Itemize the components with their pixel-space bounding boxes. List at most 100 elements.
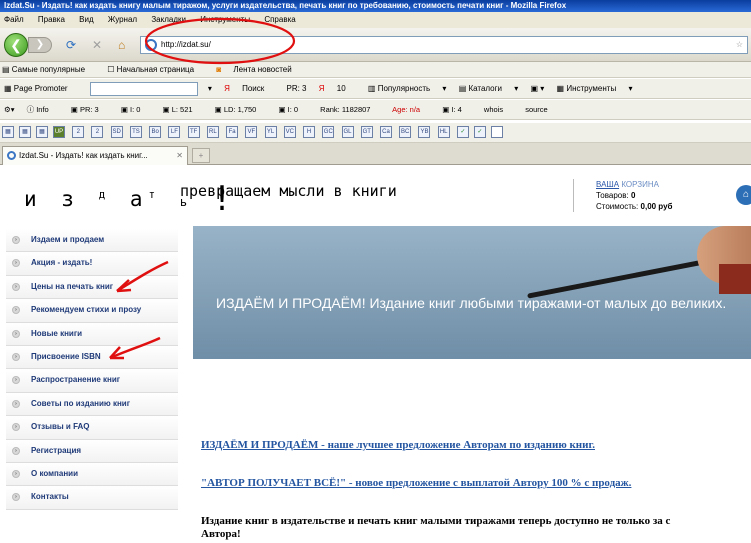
sidebar-item-label: Новые книги (31, 328, 83, 338)
toolbar-icon[interactable]: 2 (72, 126, 85, 138)
url-bar[interactable]: http://izdat.su/ ☆ (140, 36, 748, 54)
tools-menu[interactable]: ▦ Инструменты ▾ (557, 84, 633, 93)
sidebar-item-contacts[interactable]: › Контакты (6, 486, 178, 510)
page-promoter-select[interactable] (89, 81, 198, 96)
menu-history[interactable]: Журнал (108, 15, 137, 24)
toolbar-icon[interactable]: RL (206, 126, 219, 138)
logo-letters: а (129, 187, 149, 211)
page-promoter-label[interactable]: ▦ Page Promoter (4, 84, 78, 93)
seo-item: source (525, 105, 548, 114)
menu-edit[interactable]: Правка (38, 15, 65, 24)
checkbox-icon[interactable] (490, 126, 503, 138)
cart-link[interactable]: КОРЗИНА (621, 180, 659, 189)
search-button[interactable]: Я Поиск (224, 84, 274, 93)
bookmark-most-visited[interactable]: ▤ Самые популярные (2, 65, 95, 74)
info-button[interactable]: ⓘ Info (27, 105, 59, 114)
sidebar-item-promo[interactable]: › Акция - издать! (6, 252, 178, 276)
menu-view[interactable]: Вид (79, 15, 93, 24)
pr-button[interactable]: ▣ PR: 3 (71, 105, 109, 114)
catalogs-menu[interactable]: ▤ Каталоги ▾ (459, 84, 519, 93)
forward-button[interactable]: ❯ (28, 37, 52, 53)
menu-tools[interactable]: Инструменты (200, 15, 250, 24)
links-button[interactable]: ▣ L: 521 (163, 105, 203, 114)
toolbar-icon[interactable]: ▦ (36, 126, 48, 138)
toolbar-icon[interactable]: YB (418, 126, 431, 138)
ld-button[interactable]: ▣ LD: 1,750 (215, 105, 267, 114)
menu-file[interactable]: Файл (4, 15, 24, 24)
sidebar-item-publish-sell[interactable]: › Издаем и продаем (6, 229, 178, 253)
index3-button[interactable]: ▣ I: 4 (442, 105, 472, 114)
menu-bookmarks[interactable]: Закладки (151, 15, 186, 24)
bookmark-start-page[interactable]: ☐ Начальная страница (107, 65, 204, 74)
source-button[interactable]: source (525, 105, 558, 114)
age-button[interactable]: Age: n/a (392, 105, 430, 114)
home-icon[interactable]: ⌂ (118, 37, 125, 53)
bullet-icon: › (12, 329, 20, 338)
seo-item: PR: 3 (79, 105, 99, 114)
toolbar-icon[interactable]: GC (322, 126, 335, 138)
sidebar-item-new-books[interactable]: › Новые книги (6, 322, 178, 346)
rank-button[interactable]: Rank: 1182807 (320, 105, 380, 114)
index-button[interactable]: ▣ I: 0 (121, 105, 151, 114)
toolbar-icon[interactable]: VF (245, 126, 258, 138)
index2-button[interactable]: ▣ I: 0 (278, 105, 308, 114)
toolbar-icon[interactable]: TS (129, 126, 142, 138)
toolbar-icon[interactable]: HL (437, 126, 450, 138)
bookmark-news-feed[interactable]: ◙ Лента новостей (216, 65, 301, 74)
offer-link-author[interactable]: "АВТОР ПОЛУЧАЕТ ВСЁ!" - новое предложени… (201, 477, 751, 489)
cart-icon[interactable]: ⌂ (736, 185, 751, 205)
menu-help[interactable]: Справка (264, 15, 295, 24)
bullet-icon: › (12, 282, 20, 291)
toolbar-icon[interactable]: Ca (379, 126, 392, 138)
sidebar-item-isbn[interactable]: › Присвоение ISBN (6, 345, 178, 370)
reload-icon[interactable]: ⟳ (66, 37, 76, 53)
sidebar-item-register[interactable]: › Регистрация (6, 439, 178, 463)
toolbar-icon[interactable]: ▦ (2, 126, 14, 138)
new-tab-button[interactable]: + (192, 148, 210, 163)
cart-link[interactable]: ВАША (596, 180, 619, 189)
sidebar-menu: › Издаем и продаем › Акция - издать! › Цены… (6, 229, 178, 510)
seo-item: LD: 1,750 (223, 105, 257, 114)
sidebar-item-recommend[interactable]: › Рекомендуем стихи и прозу (6, 299, 178, 323)
sidebar-item-distribution[interactable]: › Распространение книг (6, 369, 178, 393)
back-button[interactable]: ❮ (4, 33, 28, 57)
checkbox-icon[interactable]: ✓ (456, 126, 469, 138)
menu-bar: Файл Правка Вид Журнал Закладки Инструме… (0, 12, 751, 28)
whois-button[interactable]: whois (484, 105, 513, 114)
extra-menu[interactable]: ▣ ▾ (531, 84, 545, 93)
offer-link-publish[interactable]: ИЗДАЁМ И ПРОДАЁМ - наше лучшее предложен… (201, 439, 751, 451)
yandex-icon: Я (318, 84, 325, 93)
toolbar-icon[interactable]: YL (264, 126, 277, 138)
toolbar-icon[interactable]: VC (283, 126, 296, 138)
cart-cost-value: 0,00 руб (640, 202, 673, 211)
close-tab-icon[interactable]: ✕ (176, 147, 183, 165)
toolbar-icon[interactable]: GT (360, 126, 373, 138)
sidebar-item-prices[interactable]: › Цены на печать книг (6, 275, 178, 300)
sidebar-item-about[interactable]: › О компании (6, 462, 178, 487)
stop-icon[interactable]: ✕ (92, 37, 102, 53)
gear-icon[interactable]: ⚙▾ (4, 105, 15, 114)
toolbar-icon[interactable]: LF (168, 126, 181, 138)
toolbar-icon[interactable]: Bo (149, 126, 162, 138)
toolbar-icon[interactable]: H (303, 126, 316, 138)
bullet-icon: › (12, 469, 20, 478)
toolbar-icon[interactable]: Fa (226, 126, 239, 138)
chevron-down-icon[interactable]: ▾ (208, 84, 212, 93)
toolbar-icon[interactable]: ▦ (19, 126, 31, 138)
bookmark-label: Самые популярные (11, 65, 86, 74)
sidebar-item-advice[interactable]: › Советы по изданию книг (6, 392, 178, 417)
toolbar-icon[interactable]: TF (187, 126, 200, 138)
seo-item: Age: n/a (392, 105, 421, 114)
bookmark-star-icon[interactable]: ☆ (736, 37, 743, 53)
toolbar-icon[interactable]: BC (399, 126, 412, 138)
checkbox-icon[interactable]: ✓ (473, 126, 486, 138)
popularity-menu[interactable]: ▥ Популярность ▾ (368, 84, 447, 93)
content-links: ИЗДАЁМ И ПРОДАЁМ - наше лучшее предложен… (201, 439, 751, 541)
toolbar-icon[interactable]: GL (341, 126, 354, 138)
toolbar-icon[interactable]: 2 (91, 126, 104, 138)
sidebar-item-faq[interactable]: › Отзывы и FAQ (6, 416, 178, 440)
toolbar-icon[interactable]: SD (110, 126, 123, 138)
tab-izdat[interactable]: Izdat.Su - Издать! как издать книг... ✕ (2, 146, 188, 165)
toolbar-icon[interactable]: UP (53, 126, 65, 138)
navigation-toolbar: ❮ ❯ ⟳ ✕ ⌂ http://izdat.su/ ☆ (0, 28, 751, 62)
